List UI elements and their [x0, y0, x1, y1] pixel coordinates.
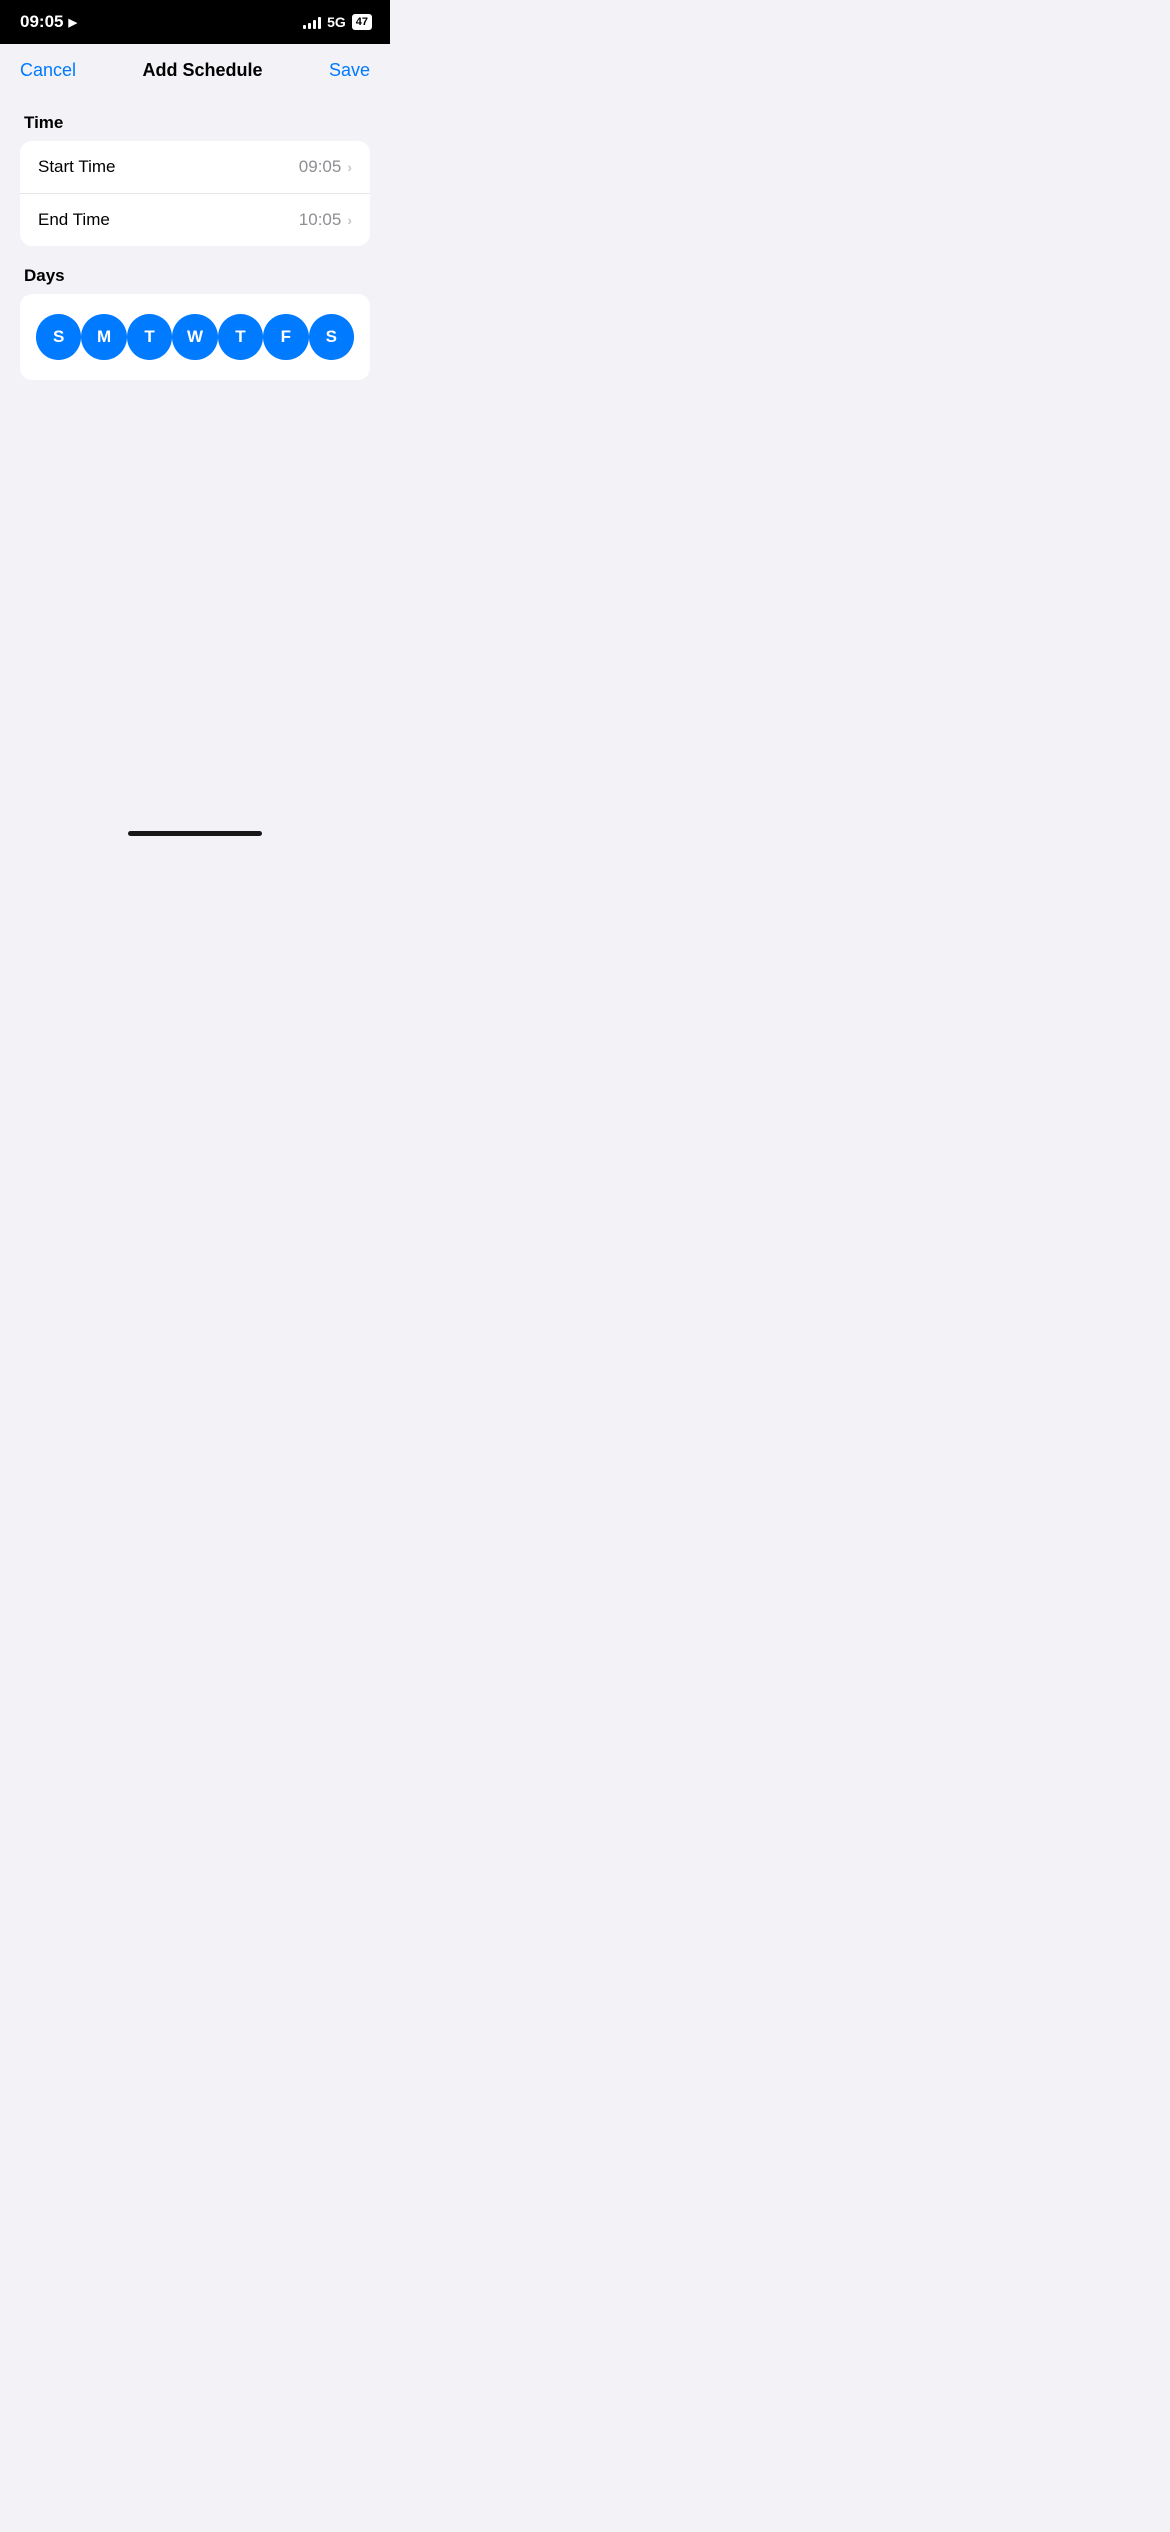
day-wednesday[interactable]: W — [172, 314, 217, 360]
signal-bars-icon — [303, 15, 321, 29]
page-title: Add Schedule — [142, 60, 262, 81]
start-time-chevron-icon: › — [347, 159, 352, 175]
network-type: 5G — [327, 14, 346, 30]
nav-bar: Cancel Add Schedule Save — [0, 44, 390, 93]
main-content: Time Start Time 09:05 › End Time 10:05 ›… — [0, 113, 390, 380]
day-sunday[interactable]: S — [36, 314, 81, 360]
time-section-label: Time — [20, 113, 370, 133]
status-bar: 09:05 ▶ 5G 47 — [0, 0, 390, 44]
days-row: S M T W T F S — [36, 314, 354, 360]
start-time-right: 09:05 › — [299, 157, 352, 177]
home-indicator — [128, 831, 262, 836]
end-time-label: End Time — [38, 210, 110, 230]
end-time-value: 10:05 — [299, 210, 342, 230]
time-card: Start Time 09:05 › End Time 10:05 › — [20, 141, 370, 246]
day-tuesday[interactable]: T — [127, 314, 172, 360]
battery-indicator: 47 — [352, 14, 372, 30]
save-button[interactable]: Save — [329, 60, 370, 81]
start-time-value: 09:05 — [299, 157, 342, 177]
day-thursday[interactable]: T — [218, 314, 263, 360]
day-monday[interactable]: M — [81, 314, 126, 360]
day-saturday[interactable]: S — [309, 314, 354, 360]
end-time-row[interactable]: End Time 10:05 › — [20, 194, 370, 246]
days-card: S M T W T F S — [20, 294, 370, 380]
location-icon: ▶ — [68, 16, 76, 29]
time-display: 09:05 — [20, 12, 63, 32]
end-time-chevron-icon: › — [347, 212, 352, 228]
day-friday[interactable]: F — [263, 314, 308, 360]
start-time-label: Start Time — [38, 157, 115, 177]
end-time-right: 10:05 › — [299, 210, 352, 230]
battery-level: 47 — [356, 16, 368, 28]
cancel-button[interactable]: Cancel — [20, 60, 76, 81]
days-section-label: Days — [20, 266, 370, 286]
start-time-row[interactable]: Start Time 09:05 › — [20, 141, 370, 194]
status-right: 5G 47 — [303, 14, 372, 30]
status-time: 09:05 ▶ — [20, 12, 77, 32]
